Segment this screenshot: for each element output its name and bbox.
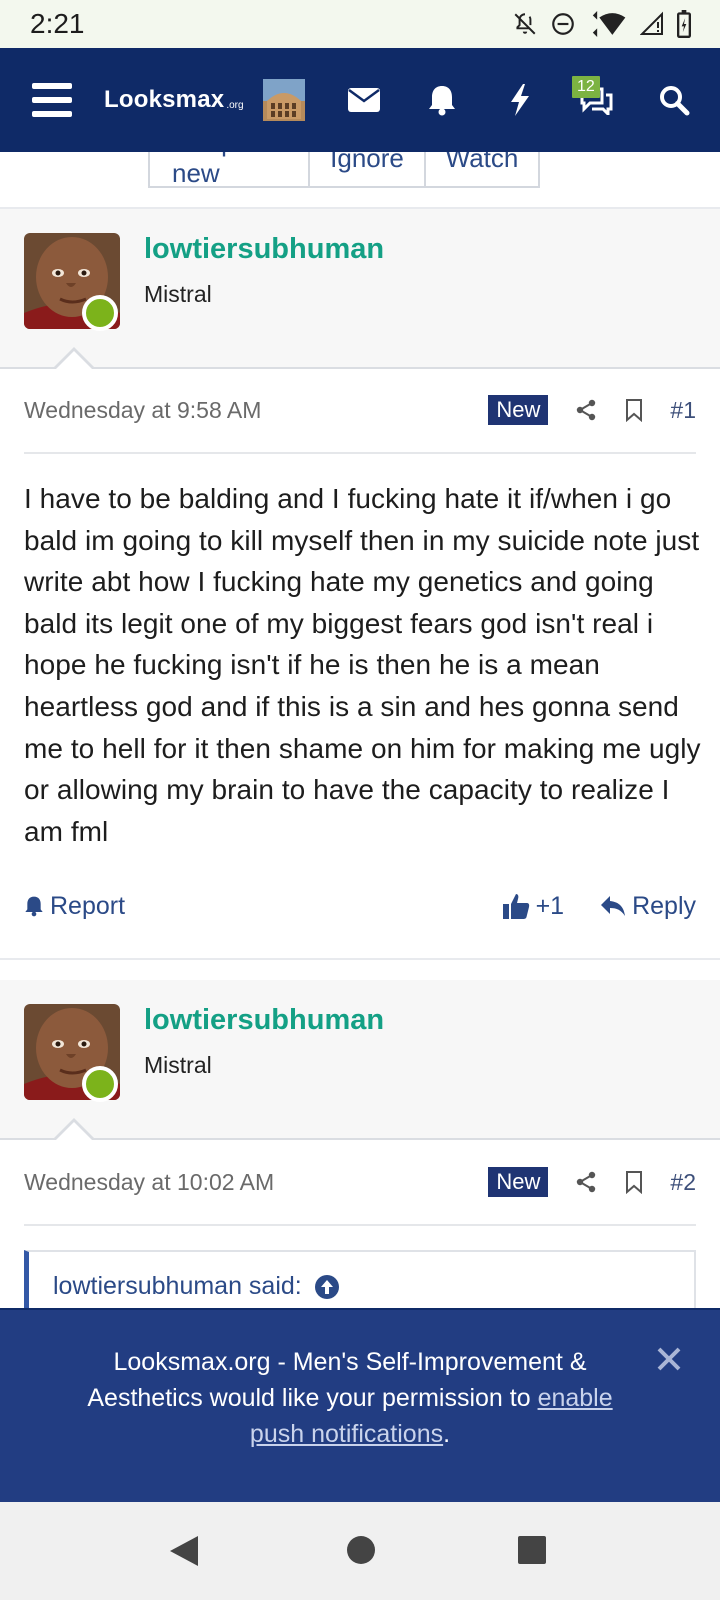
- thread-button-group: Jump to new Ignore Watch: [148, 152, 540, 188]
- new-badge: New: [488, 1167, 549, 1197]
- bolt-icon: [511, 84, 529, 116]
- status-bar: 2:21: [0, 0, 720, 48]
- push-notification-banner: Looksmax.org - Men's Self-Improvement & …: [0, 1308, 720, 1502]
- arrow-up-circle-icon: [314, 1274, 339, 1299]
- bookmark-button[interactable]: [624, 398, 644, 422]
- post-body-text: I have to be balding and I fucking hate …: [24, 483, 701, 847]
- logo-text: Looksmax: [104, 86, 225, 113]
- reply-button[interactable]: Reply: [600, 892, 696, 921]
- bookmark-icon: [626, 1171, 643, 1194]
- post-number-link[interactable]: #2: [670, 1169, 696, 1196]
- header-caret-fill: [54, 1122, 94, 1142]
- top-navbar: Looksmax .org 12: [0, 48, 720, 152]
- bell-icon: [25, 896, 43, 917]
- post-separator: [0, 958, 720, 960]
- quote-author-label: lowtiersubhuman said:: [53, 1272, 302, 1300]
- report-label: Report: [50, 891, 126, 920]
- menu-icon: [32, 83, 72, 117]
- wifi-icon: [592, 11, 626, 37]
- post-date[interactable]: Wednesday at 10:02 AM: [24, 1169, 488, 1196]
- post-username[interactable]: lowtiersubhuman: [144, 233, 384, 266]
- share-icon: [577, 1171, 596, 1193]
- status-icons: [512, 10, 692, 38]
- share-button[interactable]: [574, 1170, 598, 1194]
- meta-divider: [24, 452, 696, 454]
- watch-button[interactable]: Watch: [426, 152, 538, 186]
- like-button[interactable]: +1: [502, 891, 565, 921]
- post-username[interactable]: lowtiersubhuman: [144, 1004, 384, 1037]
- close-icon: [657, 1347, 681, 1371]
- push-banner-text: Looksmax.org - Men's Self-Improvement & …: [60, 1344, 640, 1452]
- header-caret-fill: [54, 351, 94, 371]
- recents-button[interactable]: [516, 1534, 548, 1571]
- back-triangle-icon: [170, 1536, 198, 1566]
- dnd-icon: [552, 13, 574, 35]
- post-1-user-header: lowtiersubhuman Mistral: [0, 209, 720, 369]
- post-user-title: Mistral: [144, 1052, 212, 1078]
- user-avatar-button[interactable]: [262, 48, 306, 152]
- new-badge: New: [488, 395, 549, 425]
- menu-button[interactable]: [24, 48, 80, 152]
- reaction-count: +1: [535, 891, 565, 920]
- reply-icon: [601, 896, 626, 916]
- share-icon: [577, 399, 596, 421]
- post-1-meta: Wednesday at 9:58 AM New #1: [24, 390, 696, 430]
- home-button[interactable]: [345, 1534, 377, 1571]
- post-1-actions: Report +1 Reply: [24, 884, 696, 928]
- post-user-title: Mistral: [144, 281, 212, 307]
- reply-label: Reply: [632, 891, 696, 920]
- recents-square-icon: [518, 1536, 546, 1564]
- mail-icon: [348, 88, 380, 112]
- logo-suffix: .org: [226, 99, 244, 111]
- bookmark-button[interactable]: [624, 1170, 644, 1194]
- jump-to-new-button[interactable]: Jump to new: [150, 152, 310, 188]
- online-status-dot: [82, 1066, 118, 1102]
- conversations-button[interactable]: [576, 48, 616, 152]
- share-button[interactable]: [574, 398, 598, 422]
- notifications-off-icon: [514, 13, 536, 35]
- status-time: 2:21: [30, 8, 85, 39]
- post-2-user-header: lowtiersubhuman Mistral: [0, 980, 720, 1140]
- meta-divider: [24, 1224, 696, 1226]
- whats-new-button[interactable]: [500, 48, 540, 152]
- thumbs-up-icon: [502, 894, 529, 919]
- battery-icon: [677, 10, 691, 38]
- quote-author-link[interactable]: lowtiersubhuman said:: [53, 1272, 340, 1301]
- push-banner-message: Looksmax.org - Men's Self-Improvement & …: [87, 1348, 587, 1412]
- report-link[interactable]: Report: [24, 892, 125, 921]
- search-icon: [660, 86, 690, 116]
- home-circle-icon: [347, 1536, 375, 1564]
- bookmark-icon: [626, 399, 643, 422]
- close-banner-button[interactable]: [656, 1346, 686, 1376]
- conversations-badge: 12: [572, 76, 600, 98]
- back-button[interactable]: [168, 1534, 200, 1573]
- push-banner-period: .: [443, 1420, 451, 1448]
- thread-buttons-area: Jump to new Ignore Watch: [0, 152, 720, 202]
- site-logo[interactable]: Looksmax .org: [104, 48, 244, 152]
- post-date[interactable]: Wednesday at 9:58 AM: [24, 397, 488, 424]
- post-number-link[interactable]: #1: [670, 397, 696, 424]
- signal-icon: [640, 11, 663, 35]
- system-navigation-bar: [0, 1502, 720, 1600]
- colosseum-avatar: [263, 79, 305, 121]
- alerts-button[interactable]: [422, 48, 462, 152]
- online-status-dot: [82, 295, 118, 331]
- post-2-meta: Wednesday at 10:02 AM New #2: [24, 1162, 696, 1202]
- ignore-button[interactable]: Ignore: [310, 152, 426, 186]
- inbox-button[interactable]: [344, 48, 384, 152]
- bell-icon: [429, 86, 455, 116]
- search-button[interactable]: [652, 48, 696, 152]
